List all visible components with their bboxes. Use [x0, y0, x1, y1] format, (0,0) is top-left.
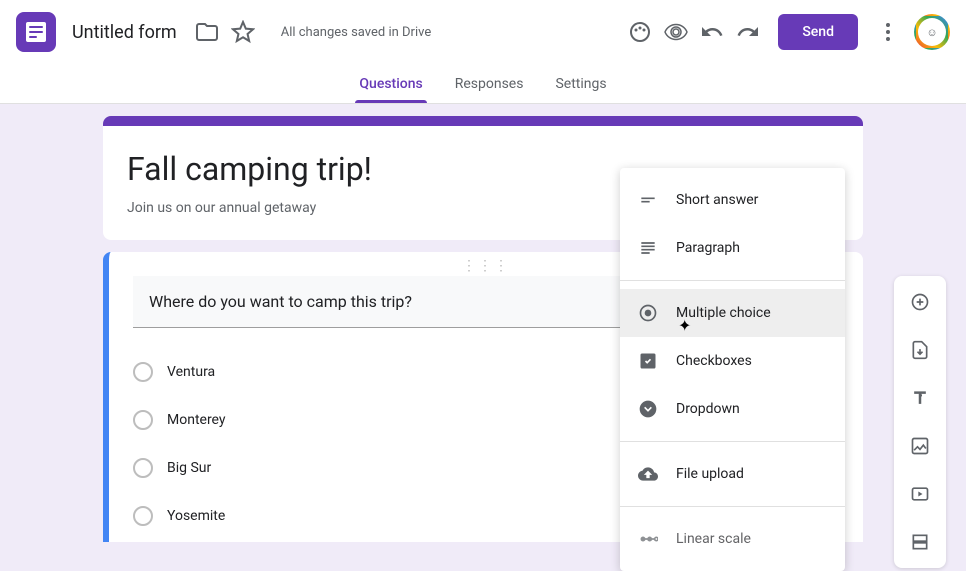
short-answer-icon [636, 188, 660, 212]
add-title-button[interactable] [902, 380, 938, 416]
linear-scale-icon [636, 527, 660, 551]
menu-item-checkboxes[interactable]: Checkboxes [620, 337, 845, 385]
menu-label: Linear scale [676, 531, 751, 547]
option-text[interactable]: Monterey [167, 412, 226, 428]
import-questions-button[interactable] [902, 332, 938, 368]
add-video-button[interactable] [902, 476, 938, 512]
tab-questions[interactable]: Questions [343, 64, 438, 103]
forms-logo[interactable] [16, 12, 56, 52]
menu-item-paragraph[interactable]: Paragraph [620, 224, 845, 272]
account-avatar[interactable]: ☺ [914, 14, 950, 50]
radio-icon [133, 458, 153, 478]
menu-label: Short answer [676, 192, 758, 208]
star-icon[interactable] [231, 20, 255, 44]
undo-icon[interactable] [700, 20, 724, 44]
send-button[interactable]: Send [778, 14, 858, 50]
upload-icon [636, 462, 660, 486]
theme-icon[interactable] [628, 20, 652, 44]
document-title[interactable]: Untitled form [72, 22, 177, 43]
radio-icon [133, 410, 153, 430]
menu-divider [620, 506, 845, 507]
menu-item-file-upload[interactable]: File upload [620, 450, 845, 498]
dropdown-icon [636, 397, 660, 421]
side-toolbar [894, 276, 946, 568]
option-text[interactable]: Ventura [167, 364, 215, 380]
radio-icon [133, 506, 153, 526]
radio-icon [636, 301, 660, 325]
menu-label: Paragraph [676, 240, 740, 256]
tab-settings[interactable]: Settings [539, 64, 622, 103]
more-icon[interactable] [876, 20, 900, 44]
redo-icon[interactable] [736, 20, 760, 44]
add-image-button[interactable] [902, 428, 938, 464]
save-status: All changes saved in Drive [281, 25, 432, 40]
header-bar: Untitled form All changes saved in Drive… [0, 0, 966, 64]
menu-label: File upload [676, 466, 744, 482]
menu-item-short-answer[interactable]: Short answer [620, 176, 845, 224]
paragraph-icon [636, 236, 660, 260]
menu-label: Checkboxes [676, 353, 752, 369]
radio-icon [133, 362, 153, 382]
option-text[interactable]: Big Sur [167, 460, 211, 476]
add-section-button[interactable] [902, 524, 938, 560]
mouse-cursor-icon: ✦ [678, 316, 691, 335]
tabs-bar: Questions Responses Settings [0, 64, 966, 104]
option-text[interactable]: Yosemite [167, 508, 225, 524]
menu-item-linear-scale[interactable]: Linear scale [620, 515, 845, 563]
menu-divider [620, 280, 845, 281]
checkbox-icon [636, 349, 660, 373]
menu-item-dropdown[interactable]: Dropdown [620, 385, 845, 433]
add-question-button[interactable] [902, 284, 938, 320]
drag-handle-icon[interactable]: ⋮⋮⋮ [462, 258, 510, 274]
tab-responses[interactable]: Responses [439, 64, 540, 103]
menu-label: Dropdown [676, 401, 740, 417]
folder-icon[interactable] [195, 20, 219, 44]
question-type-menu: Short answer Paragraph Multiple choice C… [620, 168, 845, 571]
menu-item-multiple-choice[interactable]: Multiple choice [620, 289, 845, 337]
preview-icon[interactable] [664, 20, 688, 44]
menu-divider [620, 441, 845, 442]
